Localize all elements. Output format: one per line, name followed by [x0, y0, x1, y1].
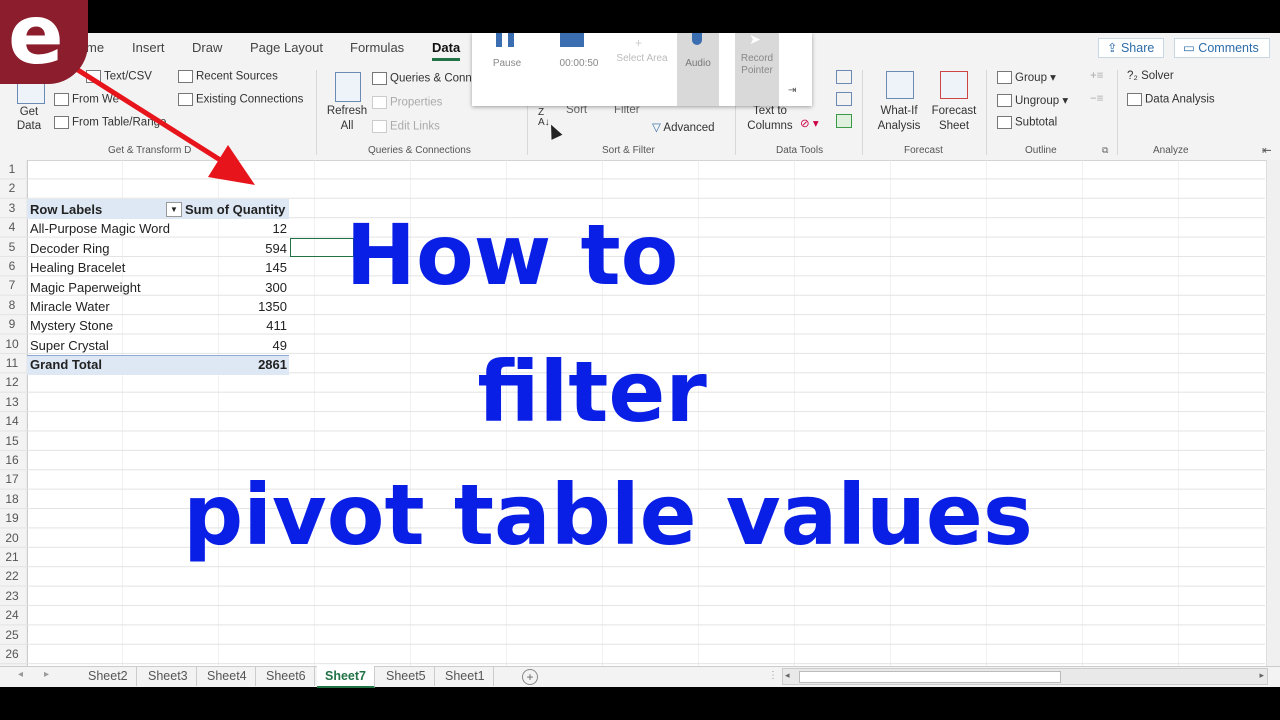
- channel-logo: e: [0, 0, 88, 84]
- sheet-tab[interactable]: Sheet3: [140, 666, 197, 686]
- refresh-all-button[interactable]: Refresh All: [326, 104, 368, 134]
- group-icon: [997, 71, 1012, 85]
- vertical-scrollbar[interactable]: [1266, 160, 1280, 666]
- screen-recorder-toolbar: Pause 00:00:50 + Select Area Audio ➤ Rec…: [472, 31, 812, 106]
- sheet-tab[interactable]: Sheet4: [199, 666, 256, 686]
- tab-formulas[interactable]: Formulas: [350, 40, 404, 55]
- collapse-ribbon-icon[interactable]: ⇤: [1262, 143, 1272, 157]
- ribbon-separator: [1117, 70, 1118, 155]
- forecast-sheet-button[interactable]: Forecast Sheet: [930, 104, 978, 134]
- group-label-queries: Queries & Connections: [368, 145, 471, 156]
- overlay-title-line-1: How to: [345, 206, 679, 304]
- tab-data[interactable]: Data: [432, 40, 461, 61]
- sheet-tab[interactable]: Sheet1: [437, 666, 494, 686]
- advanced-button[interactable]: ▽ Advanced: [652, 120, 715, 134]
- solver-icon: ?₂: [1127, 70, 1142, 82]
- share-icon: ⇪: [1107, 41, 1121, 55]
- properties-button[interactable]: Properties: [372, 96, 442, 109]
- audio-button[interactable]: Audio: [677, 33, 719, 106]
- group-button[interactable]: Group ▾: [997, 70, 1056, 85]
- scroll-right-icon[interactable]: ▸: [1259, 670, 1264, 681]
- comments-button[interactable]: ▭ Comments: [1174, 38, 1270, 58]
- comment-icon: ▭: [1183, 41, 1199, 55]
- group-label-outline: Outline: [1025, 145, 1057, 156]
- overlay-title-line-2: filter: [477, 343, 707, 441]
- top-letterbox: [0, 0, 1280, 33]
- ribbon-separator: [316, 70, 317, 155]
- ungroup-icon: [997, 94, 1012, 108]
- scroll-options-icon[interactable]: ⋮: [768, 670, 778, 681]
- hide-detail-icon[interactable]: −≡: [1090, 93, 1103, 105]
- data-analysis-button[interactable]: Data Analysis: [1127, 93, 1215, 106]
- dialog-launcher-icon[interactable]: ⧉: [1102, 145, 1108, 156]
- arrow-head-icon: [208, 145, 255, 185]
- data-analysis-icon: [1127, 93, 1142, 106]
- bottom-letterbox: [0, 686, 1280, 720]
- pivot-row-value[interactable]: 411: [190, 316, 287, 335]
- properties-icon: [372, 96, 387, 109]
- advanced-filter-icon: ▽: [652, 122, 664, 134]
- scrollbar-thumb[interactable]: [799, 671, 1061, 683]
- manage-data-model-icon[interactable]: [836, 114, 852, 128]
- record-pointer-button[interactable]: ➤ Record Pointer: [735, 31, 779, 106]
- solver-button[interactable]: ?₂ Solver: [1127, 70, 1174, 82]
- share-button[interactable]: ⇪ Share: [1098, 38, 1164, 58]
- get-data-button[interactable]: Get Data: [14, 105, 44, 133]
- text-to-columns-button[interactable]: Text to Columns: [744, 104, 796, 134]
- pin-icon[interactable]: ⇥: [788, 85, 796, 96]
- select-area-button[interactable]: + Select Area: [607, 33, 677, 106]
- next-sheet-icon[interactable]: ▸: [44, 669, 49, 680]
- overlay-title-line-3: pivot table values: [183, 466, 1033, 564]
- select-area-icon: +: [635, 36, 643, 50]
- remove-duplicates-icon[interactable]: [836, 92, 852, 106]
- red-arrow-annotation: [68, 62, 255, 185]
- tab-page-layout[interactable]: Page Layout: [250, 40, 323, 55]
- sheet-tab-active[interactable]: Sheet7: [317, 666, 375, 688]
- group-label-analyze: Analyze: [1153, 145, 1189, 156]
- pointer-icon: ➤: [749, 31, 761, 47]
- forecast-sheet-icon: [940, 71, 968, 99]
- prev-sheet-icon[interactable]: ◂: [18, 669, 23, 680]
- edit-links-button[interactable]: Edit Links: [372, 120, 440, 133]
- what-if-icon: [886, 71, 914, 99]
- tab-home[interactable]: me: [86, 40, 104, 55]
- ungroup-button[interactable]: Ungroup ▾: [997, 93, 1068, 108]
- scroll-left-icon[interactable]: ◂: [785, 670, 790, 681]
- refresh-icon: [335, 72, 361, 102]
- tab-insert[interactable]: Insert: [132, 40, 165, 55]
- data-validation-icon[interactable]: ⊘ ▾: [800, 116, 819, 130]
- group-label-data-tools: Data Tools: [776, 145, 824, 156]
- flash-fill-icon[interactable]: [836, 70, 852, 84]
- horizontal-scrollbar[interactable]: ◂ ▸: [782, 668, 1268, 685]
- subtotal-icon: [997, 116, 1012, 129]
- subtotal-button[interactable]: Subtotal: [997, 116, 1057, 129]
- show-detail-icon[interactable]: +≡: [1090, 70, 1103, 82]
- arrow-shaft: [68, 62, 227, 166]
- ribbon-separator: [862, 70, 863, 155]
- ribbon-separator: [986, 70, 987, 155]
- tab-draw[interactable]: Draw: [192, 40, 222, 55]
- pivot-row-label[interactable]: Mystery Stone: [30, 316, 113, 335]
- add-sheet-icon[interactable]: +: [522, 669, 538, 685]
- timer-display: 00:00:50: [544, 33, 614, 106]
- sheet-tab[interactable]: Sheet6: [258, 666, 315, 686]
- microphone-icon: [692, 33, 702, 45]
- edit-links-icon: [372, 120, 387, 133]
- group-label-forecast: Forecast: [904, 145, 943, 156]
- sheet-tab[interactable]: Sheet5: [378, 666, 435, 686]
- pause-button[interactable]: Pause: [472, 33, 542, 106]
- what-if-analysis-button[interactable]: What-If Analysis: [868, 104, 930, 134]
- queries-icon: [372, 72, 387, 85]
- pause-icon: [496, 33, 502, 47]
- stop-icon: [560, 33, 584, 47]
- sheet-tab[interactable]: Sheet2: [80, 666, 137, 686]
- queries-connections-button[interactable]: Queries & Conn: [372, 72, 472, 85]
- group-label-sort-filter: Sort & Filter: [602, 145, 655, 156]
